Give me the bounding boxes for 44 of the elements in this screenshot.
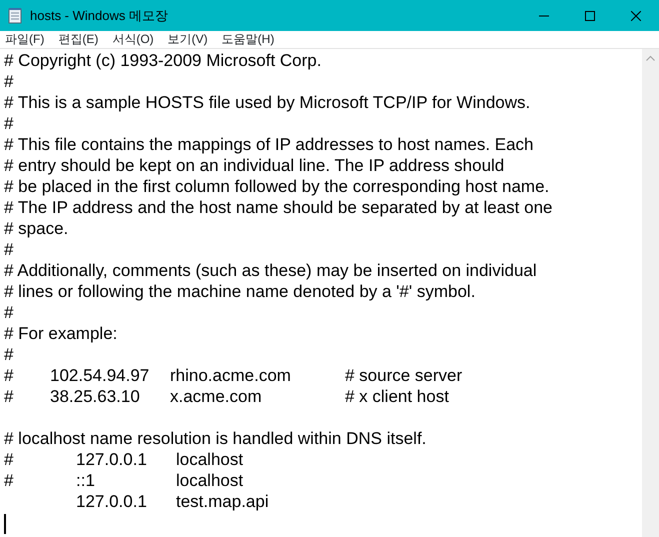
line-text: 127.0.0.1 (76, 491, 148, 512)
line-text: # (4, 449, 14, 470)
menu-item[interactable]: 보기(V) (160, 31, 215, 48)
line-text: localhost (176, 449, 244, 470)
line-text: # (4, 386, 14, 407)
line-text: 38.25.63.10 (50, 386, 141, 407)
menu-item[interactable]: 파일(F) (0, 31, 52, 48)
text-line: # entry should be kept on an individual line. The IP address should (4, 155, 506, 176)
text-line: # lines or following the machine name denoted by a '#' symbol. (4, 281, 476, 302)
line-text: rhino.acme.com (170, 365, 292, 386)
line-text: 102.54.94.97 (50, 365, 150, 386)
line-text: # (4, 365, 14, 386)
menu-item[interactable]: 도움말(H) (214, 31, 282, 48)
line-text: test.map.api (176, 491, 270, 512)
text-line: # This file contains the mappings of IP addresses to host names. Each (4, 134, 535, 155)
text-line: # For example: (4, 323, 118, 344)
maximize-icon (585, 10, 595, 20)
line-text: 127.0.0.1 (76, 449, 148, 470)
line-text: # (4, 470, 14, 491)
line-text: # x client host (345, 386, 450, 407)
close-icon (631, 10, 641, 20)
text-line: # (4, 239, 14, 260)
text-line: # localhost name resolution is handled within DNS itself. (4, 428, 428, 449)
text-line: # Additionally, comments (such as these) may be inserted on individual (4, 260, 538, 281)
line-text: x.acme.com (170, 386, 263, 407)
text-line: # (4, 71, 14, 92)
scroll-up-icon[interactable] (646, 55, 655, 61)
text-line: # (4, 344, 14, 365)
text-line: # The IP address and the host name should be separated by at least one (4, 197, 554, 218)
text-line: # This is a sample HOSTS file used by Microsoft TCP/IP for Windows. (4, 92, 532, 113)
line-text: localhost (176, 470, 244, 491)
window-title: hosts - Windows 메모장 (30, 6, 169, 25)
line-text: ::1 (76, 470, 96, 491)
text-line: # Copyright (c) 1993-2009 Microsoft Corp. (4, 50, 322, 71)
notepad-icon (8, 8, 22, 24)
text-line: # (4, 113, 14, 134)
text-line: # (4, 302, 14, 323)
menu-item[interactable]: 편집(E) (51, 31, 106, 48)
line-text: # source server (345, 365, 464, 386)
scrollbar[interactable] (642, 49, 659, 537)
text-line: # space. (4, 218, 70, 239)
text-line: # be placed in the first column followed by the corresponding host name. (4, 176, 550, 197)
text-cursor (4, 514, 6, 534)
menu-item[interactable]: 서식(O) (105, 31, 161, 48)
